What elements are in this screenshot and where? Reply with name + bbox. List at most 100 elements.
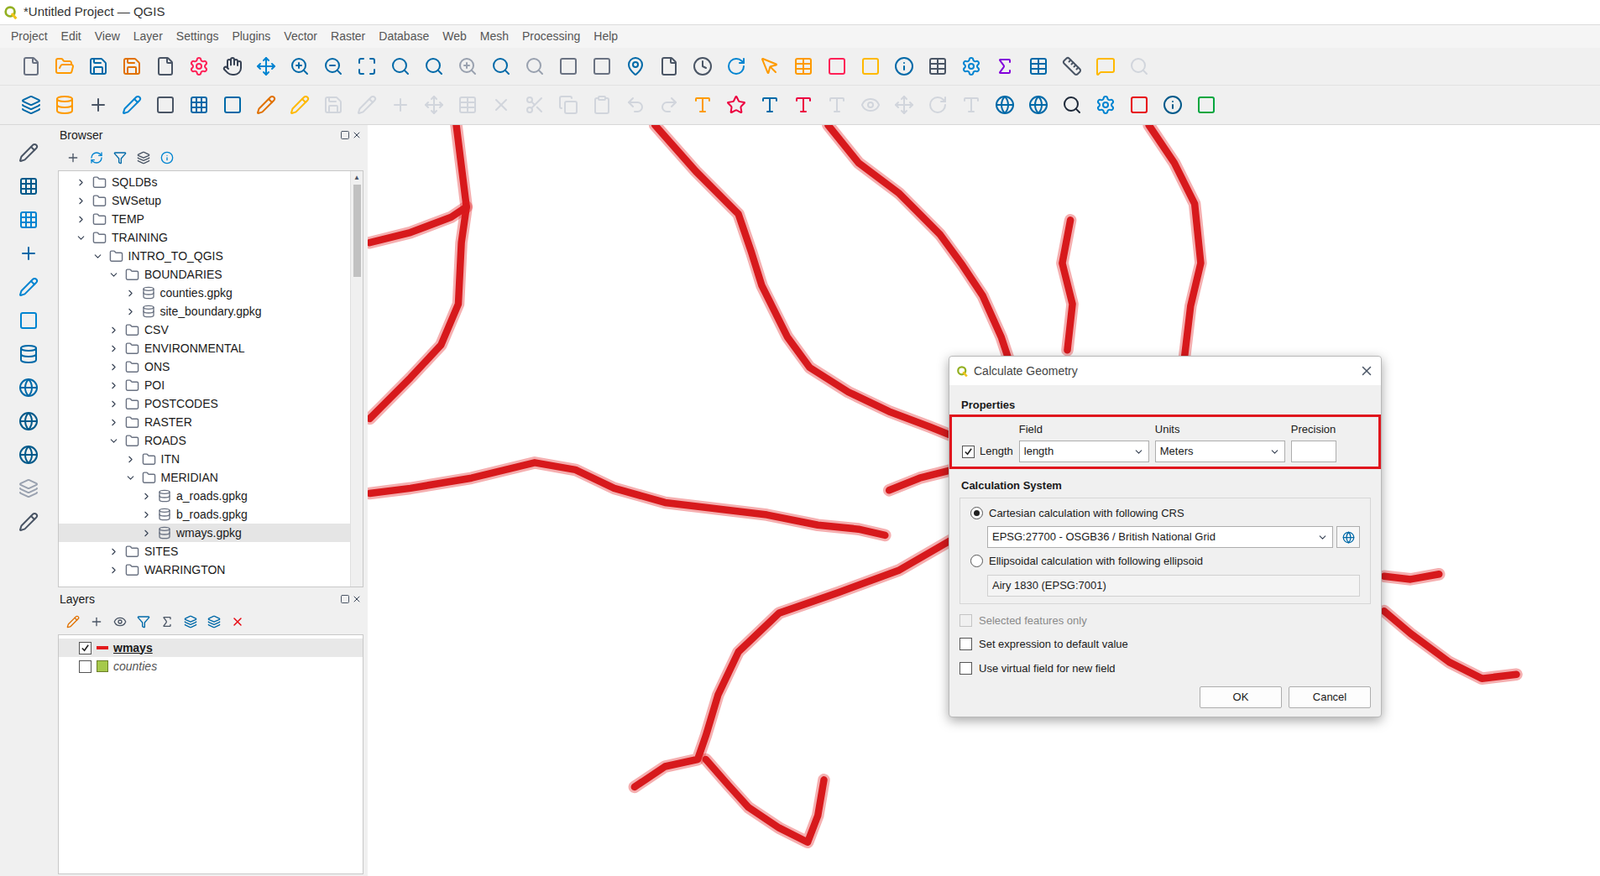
tree-item[interactable]: SQLDBs	[58, 172, 351, 192]
toolbar-button[interactable]	[384, 88, 417, 121]
toolbar-button[interactable]	[753, 88, 786, 121]
menu-item[interactable]: Help	[586, 27, 625, 46]
dialog-button[interactable]: Cancel	[1288, 686, 1371, 709]
toolbar-button[interactable]	[485, 50, 518, 83]
calculation-option[interactable]: Cartesian calculation with following CRS	[970, 505, 1360, 523]
toolbar-button[interactable]	[1022, 88, 1055, 121]
toolbar-button[interactable]	[15, 88, 48, 121]
units-combobox[interactable]: Meters	[1155, 440, 1286, 463]
toolbar-button[interactable]	[686, 88, 719, 121]
menu-item[interactable]: View	[88, 27, 127, 46]
collapsed-icon[interactable]	[141, 509, 152, 521]
toolbar-button[interactable]	[283, 50, 316, 83]
option-checkbox[interactable]	[959, 637, 973, 651]
tree-item[interactable]: TRAINING	[58, 228, 351, 247]
tree-item[interactable]: TEMP	[58, 209, 351, 229]
collapsed-icon[interactable]	[125, 454, 136, 466]
tree-item[interactable]: ENVIRONMENTAL	[58, 339, 351, 358]
toolbar-button[interactable]	[350, 88, 383, 121]
tree-item[interactable]: POSTCODES	[58, 394, 351, 414]
toolbar-button[interactable]	[12, 472, 45, 505]
tree-item[interactable]: b_roads.gpkg	[58, 505, 351, 524]
collapsed-icon[interactable]	[75, 214, 87, 225]
toolbar-button[interactable]	[653, 88, 685, 121]
tree-item[interactable]: site_boundary.gpkg	[58, 302, 351, 321]
option-checkbox[interactable]	[959, 662, 973, 675]
toolbar-button[interactable]	[820, 50, 853, 83]
menu-item[interactable]: Raster	[324, 27, 372, 46]
toolbar-button[interactable]	[787, 88, 820, 121]
toolbar-button[interactable]	[115, 88, 148, 121]
toolbar-button[interactable]	[1190, 88, 1223, 121]
toolbar-button[interactable]	[518, 88, 551, 121]
tree-item[interactable]: counties.gpkg	[58, 283, 351, 303]
toolbar-button[interactable]	[619, 88, 652, 121]
toolbar-button[interactable]	[686, 50, 719, 83]
menu-item[interactable]: Processing	[515, 27, 587, 46]
menu-item[interactable]: Mesh	[473, 27, 516, 46]
toolbar-button[interactable]	[115, 50, 148, 83]
refresh-icon[interactable]	[89, 151, 104, 165]
layer-row[interactable]: wmays	[58, 638, 363, 658]
toolbar-button[interactable]	[720, 50, 753, 83]
toolbar-button[interactable]	[12, 506, 45, 539]
toolbar-button[interactable]	[48, 88, 81, 121]
tree-item[interactable]: RASTER	[58, 413, 351, 432]
expanded-icon[interactable]	[75, 232, 87, 244]
tree-item[interactable]: SWSetup	[58, 191, 351, 210]
toolbar-button[interactable]	[12, 136, 45, 169]
field-combobox[interactable]: length	[1019, 440, 1150, 463]
collapsed-icon[interactable]	[108, 361, 120, 373]
visibility-icon[interactable]	[113, 615, 127, 629]
close-icon[interactable]	[351, 594, 362, 605]
toolbar-button[interactable]	[183, 50, 215, 83]
toolbar-button[interactable]	[12, 304, 45, 337]
toolbar-button[interactable]	[653, 50, 685, 83]
dialog-close-icon[interactable]	[1359, 363, 1375, 379]
toolbar-button[interactable]	[955, 88, 988, 121]
menu-item[interactable]: Edit	[54, 27, 89, 46]
float-icon[interactable]	[339, 130, 351, 141]
menu-item[interactable]: Layer	[126, 27, 170, 46]
toolbar-button[interactable]	[317, 50, 350, 83]
toolbar-button[interactable]	[350, 50, 383, 83]
toolbar-button[interactable]	[451, 88, 484, 121]
toolbar-button[interactable]	[12, 405, 45, 438]
toolbar-button[interactable]	[250, 88, 283, 121]
expand-icon[interactable]	[183, 615, 198, 629]
crs-selector-button[interactable]	[1336, 526, 1360, 549]
tree-item[interactable]: ONS	[58, 357, 351, 377]
toolbar-button[interactable]	[1056, 50, 1088, 83]
expanded-icon[interactable]	[108, 269, 120, 281]
tree-item[interactable]: ROADS	[58, 431, 351, 450]
toolbar-button[interactable]	[12, 170, 45, 203]
collapse-all-icon[interactable]	[207, 615, 221, 629]
toolbar-button[interactable]	[518, 50, 551, 83]
toolbar-button[interactable]	[1156, 88, 1189, 121]
toolbar-button[interactable]	[888, 50, 921, 83]
toolbar-button[interactable]	[12, 237, 45, 270]
toolbar-button[interactable]	[12, 203, 45, 236]
toolbar-button[interactable]	[183, 88, 215, 121]
toolbar-button[interactable]	[1089, 88, 1122, 121]
tree-item[interactable]: SITES	[58, 542, 351, 561]
collapsed-icon[interactable]	[108, 324, 120, 336]
toolbar-button[interactable]	[384, 50, 417, 83]
length-checkbox[interactable]	[962, 445, 975, 459]
toolbar-button[interactable]	[552, 50, 585, 83]
filter-icon[interactable]	[113, 151, 127, 165]
toolbar-button[interactable]	[12, 338, 45, 371]
precision-input[interactable]	[1291, 440, 1337, 463]
collapsed-icon[interactable]	[108, 546, 120, 558]
toolbar-button[interactable]	[418, 88, 450, 121]
toolbar-button[interactable]	[216, 88, 249, 121]
collapsed-icon[interactable]	[141, 491, 152, 502]
length-option[interactable]: Length	[962, 440, 1014, 463]
tree-item[interactable]: BOUNDARIES	[58, 265, 351, 284]
collapsed-icon[interactable]	[108, 417, 120, 429]
toolbar-button[interactable]	[1123, 50, 1156, 83]
toolbar-button[interactable]	[317, 88, 350, 121]
toolbar-button[interactable]	[988, 88, 1021, 121]
menu-item[interactable]: Web	[435, 27, 474, 46]
toolbar-button[interactable]	[12, 371, 45, 404]
